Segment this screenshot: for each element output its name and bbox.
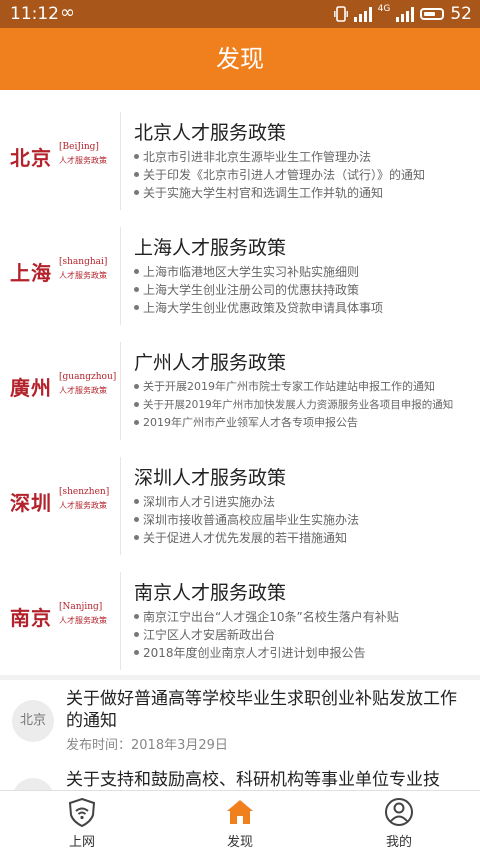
policy-item[interactable]: 2018年度创业南京人才引进计划申报公告 xyxy=(134,644,399,662)
policy-item[interactable]: 上海大学生创业优惠政策及贷款申请具体事项 xyxy=(134,299,383,317)
city-logo-beijing: 北京 [BeiJing] 人才服务政策 xyxy=(10,138,120,178)
policy-list: 深圳市人才引进实施办法 深圳市接收普通高校应届毕业生实施办法 关于促进人才优先发… xyxy=(134,493,359,547)
policy-item[interactable]: 关于促进人才优先发展的若干措施通知 xyxy=(134,529,359,547)
logo-city-pinyin: [shanghai] xyxy=(59,257,108,267)
battery-level: 52 xyxy=(450,4,472,24)
wifi-shield-icon xyxy=(68,797,96,827)
policy-card-title: 南京人才服务政策 xyxy=(134,582,287,604)
logo-city-pinyin: [guangzhou] xyxy=(59,372,117,382)
policy-item[interactable]: 北京市引进非北京生源毕业生工作管理办法 xyxy=(134,148,425,166)
news-title: 关于做好普通高等学校毕业生求职创业补贴发放工作的通知 xyxy=(66,689,457,731)
policy-card-title: 广州人才服务政策 xyxy=(134,352,287,374)
logo-city-name: 深圳 xyxy=(10,491,52,515)
user-icon xyxy=(385,798,413,826)
policy-card-shenzhen[interactable]: 深圳 [shenzhen] 人才服务政策 深圳人才服务政策 深圳市人才引进实施办… xyxy=(0,445,480,560)
policy-list: 北京市引进非北京生源毕业生工作管理办法 关于印发《北京市引进人才管理办法（试行）… xyxy=(134,148,425,202)
divider xyxy=(120,342,121,440)
news-city-badge: 北京 xyxy=(12,700,54,742)
home-icon xyxy=(227,800,253,824)
tab-mine[interactable]: 我的 xyxy=(354,791,444,855)
network-type: 4G xyxy=(377,4,391,14)
tab-online[interactable]: 上网 xyxy=(37,791,127,855)
battery-icon xyxy=(420,8,445,20)
tab-discover[interactable]: 发现 xyxy=(195,791,285,855)
policy-list: 关于开展2019年广州市院士专家工作站建站申报工作的通知 关于开展2019年广州… xyxy=(134,378,453,432)
status-time: 11:12 xyxy=(10,4,59,24)
policy-item[interactable]: 上海大学生创业注册公司的优惠扶持政策 xyxy=(134,281,383,299)
signal-icon xyxy=(353,6,372,22)
policy-item[interactable]: 关于实施大学生村官和选调生工作并轨的通知 xyxy=(134,184,425,202)
news-list: 北京 关于做好普通高等学校毕业生求职创业补贴发放工作的通知 发布时间：2018年… xyxy=(0,680,480,790)
policy-item[interactable]: 深圳市人才引进实施办法 xyxy=(134,493,359,511)
status-bar: 11:12 ∞ 4G 52 xyxy=(0,0,480,28)
bottom-tab-bar: 上网 发现 我的 xyxy=(0,790,480,855)
policy-card-guangzhou[interactable]: 廣州 [guangzhou] 人才服务政策 广州人才服务政策 关于开展2019年… xyxy=(0,330,480,445)
logo-city-name: 廣州 xyxy=(10,376,52,400)
policy-item[interactable]: 上海市临港地区大学生实习补贴实施细则 xyxy=(134,263,383,281)
divider xyxy=(120,112,121,210)
news-city-badge xyxy=(12,778,54,790)
logo-subtitle: 人才服务政策 xyxy=(59,156,107,165)
policy-item[interactable]: 关于印发《北京市引进人才管理办法（试行）》的通知 xyxy=(134,166,425,184)
divider xyxy=(120,227,121,325)
logo-city-pinyin: [shenzhen] xyxy=(59,487,110,497)
policy-list: 南京江宁出台“人才强企10条”名校生落户有补贴 江宁区人才安居新政出台 2018… xyxy=(134,608,399,662)
logo-subtitle: 人才服务政策 xyxy=(59,386,107,395)
news-title: 关于支持和鼓励高校、科研机构等事业单位专业技 xyxy=(66,770,440,790)
city-logo-shenzhen: 深圳 [shenzhen] 人才服务政策 xyxy=(10,483,120,523)
page-header: 发现 xyxy=(0,28,480,90)
logo-city-name: 北京 xyxy=(10,146,52,170)
policy-card-list: 北京 [BeiJing] 人才服务政策 北京人才服务政策 北京市引进非北京生源毕… xyxy=(0,90,480,675)
logo-subtitle: 人才服务政策 xyxy=(59,616,107,625)
policy-item[interactable]: 南京江宁出台“人才强企10条”名校生落户有补贴 xyxy=(134,608,399,626)
city-logo-nanjing: 南京 [Nanjing] 人才服务政策 xyxy=(10,598,120,638)
policy-item[interactable]: 深圳市接收普通高校应届毕业生实施办法 xyxy=(134,511,359,529)
policy-item[interactable]: 2019年广州市产业领军人才各专项申报公告 xyxy=(134,414,453,432)
policy-list: 上海市临港地区大学生实习补贴实施细则 上海大学生创业注册公司的优惠扶持政策 上海… xyxy=(134,263,383,317)
tab-label: 上网 xyxy=(68,835,95,850)
city-logo-guangzhou: 廣州 [guangzhou] 人才服务政策 xyxy=(10,368,120,408)
tab-label: 我的 xyxy=(385,835,412,850)
logo-subtitle: 人才服务政策 xyxy=(59,501,107,510)
divider xyxy=(120,457,121,555)
policy-card-title: 北京人才服务政策 xyxy=(134,122,287,144)
policy-card-shanghai[interactable]: 上海 [shanghai] 人才服务政策 上海人才服务政策 上海市临港地区大学生… xyxy=(0,215,480,330)
page-title: 发现 xyxy=(216,45,264,73)
policy-item[interactable]: 关于开展2019年广州市加快发展人力资源服务业各项目申报的通知 xyxy=(134,396,453,414)
logo-city-pinyin: [BeiJing] xyxy=(59,142,99,152)
city-logo-shanghai: 上海 [shanghai] 人才服务政策 xyxy=(10,253,120,293)
divider xyxy=(120,572,121,670)
policy-item[interactable]: 江宁区人才安居新政出台 xyxy=(134,626,399,644)
vibrate-icon xyxy=(333,6,348,22)
tab-label: 发现 xyxy=(226,835,253,850)
signal-icon-2 xyxy=(396,6,415,22)
infinity-icon: ∞ xyxy=(60,2,75,23)
news-date: 发布时间：2018年3月29日 xyxy=(66,738,228,753)
logo-city-pinyin: [Nanjing] xyxy=(59,602,103,612)
policy-card-title: 深圳人才服务政策 xyxy=(134,467,287,489)
logo-city-name: 上海 xyxy=(10,261,52,285)
policy-card-nanjing[interactable]: 南京 [Nanjing] 人才服务政策 南京人才服务政策 南京江宁出台“人才强企… xyxy=(0,560,480,675)
policy-card-beijing[interactable]: 北京 [BeiJing] 人才服务政策 北京人才服务政策 北京市引进非北京生源毕… xyxy=(0,100,480,215)
policy-item[interactable]: 关于开展2019年广州市院士专家工作站建站申报工作的通知 xyxy=(134,378,453,396)
logo-subtitle: 人才服务政策 xyxy=(59,271,107,280)
logo-city-name: 南京 xyxy=(10,606,52,630)
policy-card-title: 上海人才服务政策 xyxy=(134,237,287,259)
